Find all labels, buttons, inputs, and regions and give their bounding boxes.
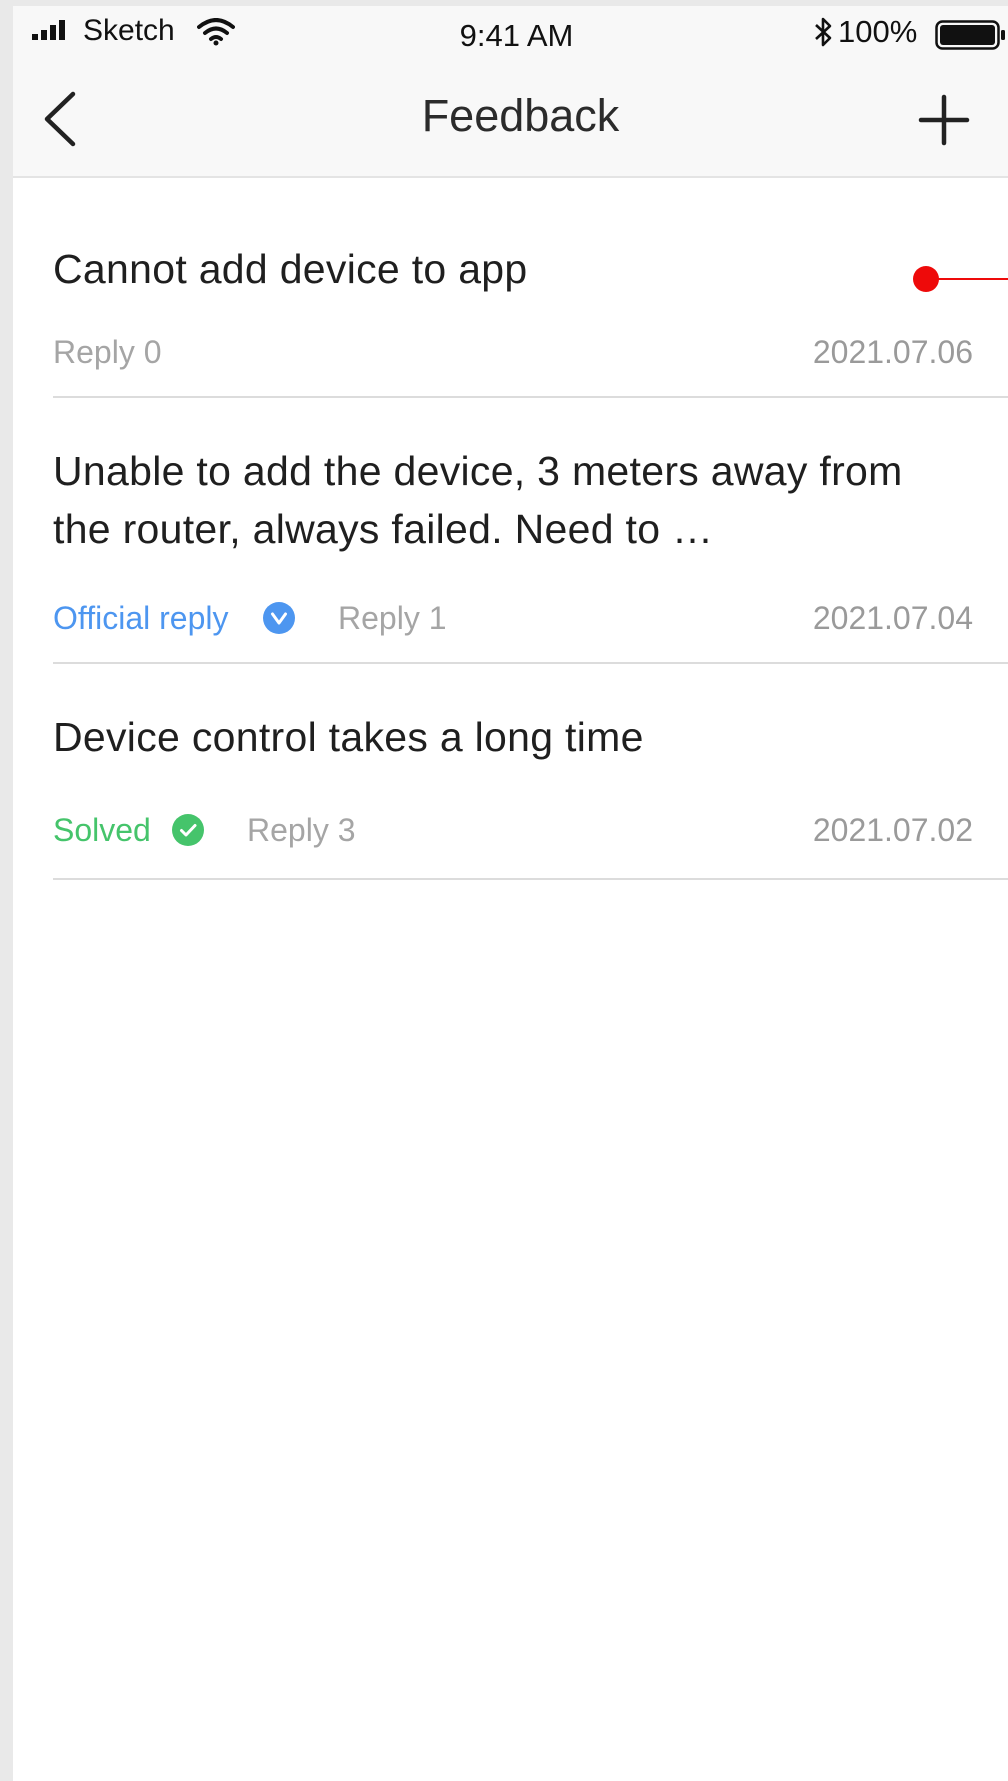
feedback-title: Device control takes a long time	[53, 714, 644, 760]
reply-count: Reply 0	[53, 334, 162, 370]
header: Sketch 9:41 AM 100% Feedback	[13, 6, 1008, 178]
feedback-item[interactable]: Cannot add device to app Reply 0 2021.07…	[53, 178, 1008, 398]
feedback-meta: Solved Reply 3 2021.07.02	[53, 810, 973, 850]
reply-count: Reply 3	[247, 812, 356, 848]
add-feedback-button[interactable]	[918, 94, 970, 146]
feedback-date: 2021.07.04	[812, 600, 973, 636]
feedback-title: Cannot add device to app	[53, 246, 528, 292]
battery-percent: 100%	[838, 14, 918, 49]
feedback-meta: Reply 0 2021.07.06	[53, 332, 973, 372]
status-bar: Sketch 9:41 AM 100%	[13, 6, 1008, 56]
feedback-date: 2021.07.02	[812, 812, 973, 848]
page-title: Feedback	[421, 90, 620, 141]
feedback-date: 2021.07.06	[812, 334, 973, 370]
app-screen: Sketch 9:41 AM 100% Feedback Cannot add …	[13, 6, 1008, 1781]
unread-indicator-line	[933, 278, 1008, 280]
bluetooth-icon	[815, 17, 832, 47]
status-label: Solved	[53, 812, 151, 848]
feedback-title: Unable to add the device, 3 meters away …	[53, 448, 903, 552]
plus-icon	[918, 94, 970, 146]
feedback-meta: Official reply Reply 1 2021.07.04	[53, 598, 973, 638]
reply-count: Reply 1	[338, 600, 447, 636]
status-label: Official reply	[53, 600, 229, 636]
feedback-item[interactable]: Device control takes a long time Solved …	[53, 664, 1008, 880]
check-badge-icon	[263, 602, 295, 634]
feedback-list: Cannot add device to app Reply 0 2021.07…	[53, 178, 1008, 880]
feedback-item[interactable]: Unable to add the device, 3 meters away …	[53, 398, 1008, 664]
battery-icon	[935, 20, 1005, 50]
check-circle-icon	[172, 814, 204, 846]
